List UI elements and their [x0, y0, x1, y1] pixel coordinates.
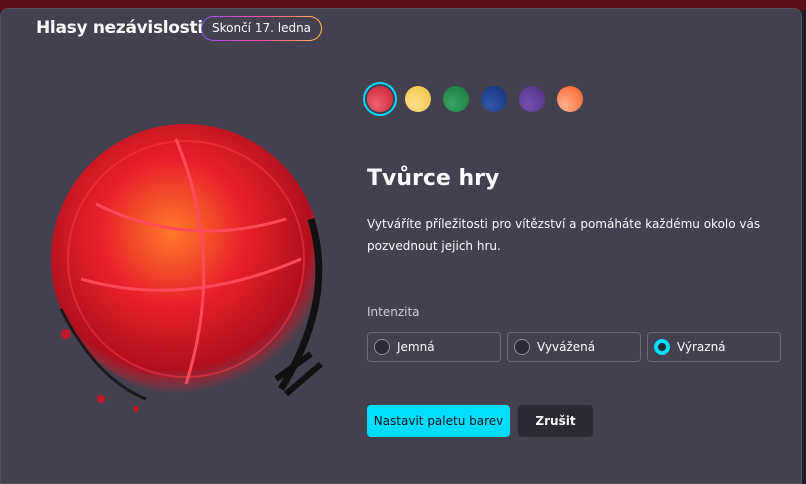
- option-label: Vyvážená: [537, 340, 596, 354]
- cancel-button[interactable]: Zrušit: [518, 405, 593, 437]
- swatch-blue[interactable]: [481, 86, 507, 112]
- intensity-option-balanced[interactable]: Vyvážená: [507, 332, 641, 362]
- basketball-illustration: [51, 124, 323, 412]
- set-colorway-button[interactable]: Nastavit paletu barev: [367, 405, 510, 437]
- radio-icon[interactable]: [374, 339, 390, 355]
- intensity-label: Intenzita: [367, 305, 420, 319]
- intensity-options: Jemná Vyvážená Výrazná: [367, 332, 781, 362]
- colorway-description: Vytváříte příležitosti pro vítězství a p…: [367, 217, 761, 253]
- colorway-heading: Tvůrce hry: [367, 166, 500, 191]
- intensity-option-soft[interactable]: Jemná: [367, 332, 501, 362]
- expiry-badge: Skončí 17. ledna: [201, 16, 322, 41]
- swatch-purple[interactable]: [519, 86, 545, 112]
- option-label: Výrazná: [677, 340, 726, 354]
- swatch-green[interactable]: [443, 86, 469, 112]
- radio-selected-icon[interactable]: [654, 339, 670, 355]
- color-swatches: [367, 86, 583, 112]
- radio-icon[interactable]: [514, 339, 530, 355]
- dialog-title: Hlasy nezávislosti: [36, 18, 203, 38]
- swatch-yellow[interactable]: [405, 86, 431, 112]
- swatch-orange[interactable]: [557, 86, 583, 112]
- intensity-option-bold[interactable]: Výrazná: [647, 332, 781, 362]
- colorway-dialog: Hlasy nezávislosti Skončí 17. ledna Tvůr…: [0, 8, 802, 484]
- option-label: Jemná: [397, 340, 435, 354]
- swatch-red[interactable]: [367, 86, 393, 112]
